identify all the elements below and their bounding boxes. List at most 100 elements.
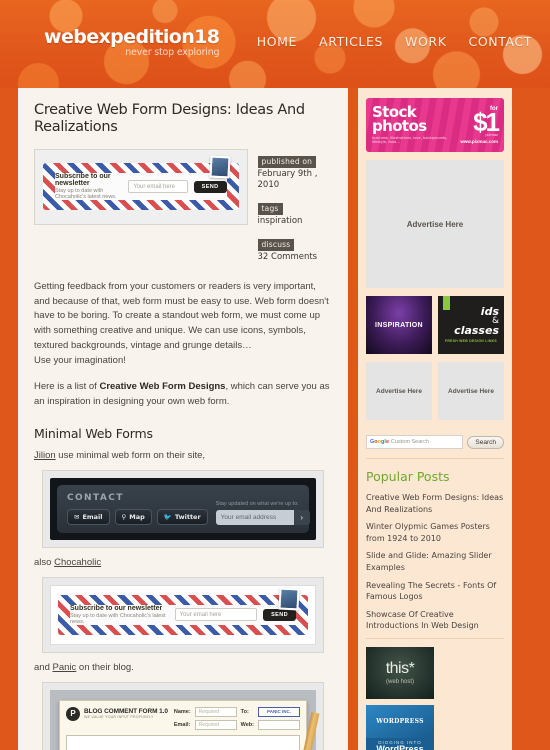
site-logo[interactable]: webexpedition18 never stop exploring (44, 26, 220, 58)
list-item[interactable]: Showcase Of Creative Introductions In We… (366, 609, 504, 632)
ad-ids-footer: FRESH WEB DESIGN LINKS (444, 338, 497, 343)
main-content: Creative Web Form Designs: Ideas And Rea… (18, 88, 348, 750)
ad-stock-sub: business, illustrations, love, backgroun… (372, 135, 448, 145)
sidebar: Stock photos business, illustrations, lo… (358, 88, 512, 750)
list-intro-paragraph: Here is a list of Creative Web Form Desi… (34, 380, 332, 409)
figure-panic-form: P BLOG COMMENT FORM 1.0 WE VALUE YOUR IN… (42, 681, 324, 750)
ribbon-icon (442, 296, 450, 310)
contact-email-label: Email (82, 512, 103, 521)
contact-submit-arrow-icon: › (293, 509, 310, 525)
page-title: Creative Web Form Designs: Ideas And Rea… (34, 102, 305, 136)
panic-form-title: BLOG COMMENT FORM 1.0 (84, 708, 168, 716)
ad-stock-price: $1 (473, 106, 500, 137)
stamp-icon (208, 155, 231, 179)
panic-to-value: PANIC INC. (258, 706, 300, 717)
ad-inspiration-label: INSPIRATION (375, 321, 423, 329)
list-intro-bold: Creative Web Form Designs (99, 381, 226, 393)
caption-panic-rest: on their blog. (76, 661, 134, 673)
hero-newsletter-title: Subscribe to our newsletter (55, 173, 111, 188)
envelope-icon: ✉ (74, 512, 80, 521)
nav-item-home[interactable]: HOME (257, 34, 297, 49)
search-button[interactable]: Search (467, 435, 504, 449)
list-item[interactable]: Slide and Glide: Amazing Slider Examples (366, 550, 504, 573)
search-input[interactable]: Google Custom Search (366, 435, 464, 449)
panic-form-subtitle: WE VALUE YOUR INPUT PROFUSELY (84, 715, 154, 720)
link-jilion[interactable]: Jilion (34, 450, 56, 461)
logo-name: webexpedition18 (44, 26, 220, 48)
ad-ids-line3: classes (454, 323, 499, 337)
list-item[interactable]: Winter Olypmic Games Posters from 1924 t… (366, 521, 504, 544)
ad-wp-book: WORDPRESS (376, 717, 424, 725)
tags-value[interactable]: inspiration (258, 216, 332, 227)
search-bar: Google Custom Search Search (366, 428, 504, 459)
ad-this-line2: (web host) (385, 678, 414, 685)
pin-icon: ⚲ (121, 512, 127, 521)
ad-wp-line2: WordPress (376, 743, 424, 750)
list-item[interactable]: Creative Web Form Designs: Ideas And Rea… (366, 492, 504, 515)
intro-paragraph: Getting feedback from your customers or … (34, 280, 332, 368)
ad-pixmac-stock-photos[interactable]: Stock photos business, illustrations, lo… (366, 98, 504, 152)
ad-this-line1: this* (385, 659, 415, 677)
caption-panic: and Panic on their blog. (34, 662, 332, 673)
panic-to-label: To: (240, 708, 249, 715)
nav-item-contact[interactable]: CONTACT (469, 34, 532, 49)
panic-web-label: Web: (240, 721, 254, 728)
hero-newsletter-subtitle: Stay up to date with Chocaholic's latest… (55, 188, 117, 201)
bird-icon: 🐦 (163, 512, 172, 521)
ad-ids-and-classes[interactable]: ids & classes FRESH WEB DESIGN LINKS (437, 296, 504, 354)
caption-chocaholic: also Chocaholic (34, 557, 332, 568)
published-label: published on (257, 155, 317, 168)
contact-map-button: ⚲ Map (114, 508, 152, 525)
google-logo-icon: Google (370, 439, 389, 445)
article-header: Subscribe to our newsletter Stay up to d… (34, 148, 332, 268)
list-item[interactable]: Revealing The Secrets - Fonts Of Famous … (366, 580, 504, 603)
hero-email-input: Your email here (128, 180, 188, 194)
choc-subtitle: Stay up to date with Chocaholic's latest… (70, 612, 166, 625)
ad-row-top: INSPIRATION ids & classes FRESH WEB DESI… (366, 296, 504, 354)
nav-item-work[interactable]: WORK (405, 34, 446, 49)
logo-tagline: never stop exploring (125, 47, 220, 58)
caption-jilion-rest: use minimal web form on their site, (55, 449, 206, 461)
panic-name-label: Name: (173, 708, 191, 715)
ad-slot-left[interactable]: Advertise Here (366, 362, 432, 420)
panic-name-input: Required (194, 706, 237, 717)
contact-bar: CONTACT ✉ Email ⚲ Map 🐦 Twitter Stay upd… (50, 477, 316, 540)
list-intro-pre: Here is a list of (34, 381, 100, 393)
panic-comment-card: P BLOG COMMENT FORM 1.0 WE VALUE YOUR IN… (59, 699, 307, 750)
caption-panic-pre: and (34, 661, 53, 673)
ad-this-web-host[interactable]: this* (web host) (366, 646, 434, 699)
airmail-envelope: Subscribe to our newsletter Stay up to d… (58, 587, 308, 635)
panic-web-input (258, 719, 300, 730)
contact-email-button: ✉ Email (67, 508, 110, 525)
caption-choc-pre: also (34, 556, 55, 568)
ad-slot-right[interactable]: Advertise Here (438, 362, 504, 420)
ad-slot-large[interactable]: Advertise Here (366, 160, 504, 288)
comments-count[interactable]: 32 Comments (258, 252, 332, 263)
contact-twitter-label: Twitter (174, 512, 201, 521)
panic-email-label: Email: (173, 721, 191, 728)
article-meta: published on February 9th , 2010 tags in… (257, 149, 332, 268)
choc-stamp-icon (278, 587, 300, 611)
caption-jilion: Jilion use minimal web form on their sit… (34, 450, 332, 461)
ad-grid-bottom: this* (web host) WORDPRESS DIGGING INTO … (366, 646, 504, 750)
contact-note: Stay updated on what we're up to: (215, 500, 299, 507)
ad-inspiration[interactable]: INSPIRATION (366, 296, 432, 354)
link-chocaholic[interactable]: Chocaholic (54, 557, 101, 568)
ad-stock-line2: photos (372, 117, 427, 136)
contact-email-input: Your email address (215, 509, 294, 525)
published-date: February 9th , 2010 (257, 168, 318, 190)
figure-jilion-form: CONTACT ✉ Email ⚲ Map 🐦 Twitter Stay upd… (42, 469, 324, 548)
divider (366, 637, 504, 639)
contact-map-label: Map (129, 512, 145, 521)
tags-label: tags (257, 202, 283, 215)
discuss-label: discuss (257, 238, 295, 251)
choc-send-button: SEND (263, 608, 296, 621)
intro-text-2: Use your imagination! (34, 354, 126, 366)
hero-send-button: SEND (193, 180, 227, 193)
page-body: Creative Web Form Designs: Ideas And Rea… (0, 88, 550, 750)
ad-digging-into-wordpress[interactable]: WORDPRESS DIGGING INTO WordPress (366, 704, 434, 750)
panic-email-input: Required (194, 719, 237, 730)
nav-item-articles[interactable]: ARTICLES (319, 34, 383, 49)
figure-chocaholic-form: Subscribe to our newsletter Stay up to d… (42, 576, 324, 653)
link-panic[interactable]: Panic (53, 662, 77, 673)
